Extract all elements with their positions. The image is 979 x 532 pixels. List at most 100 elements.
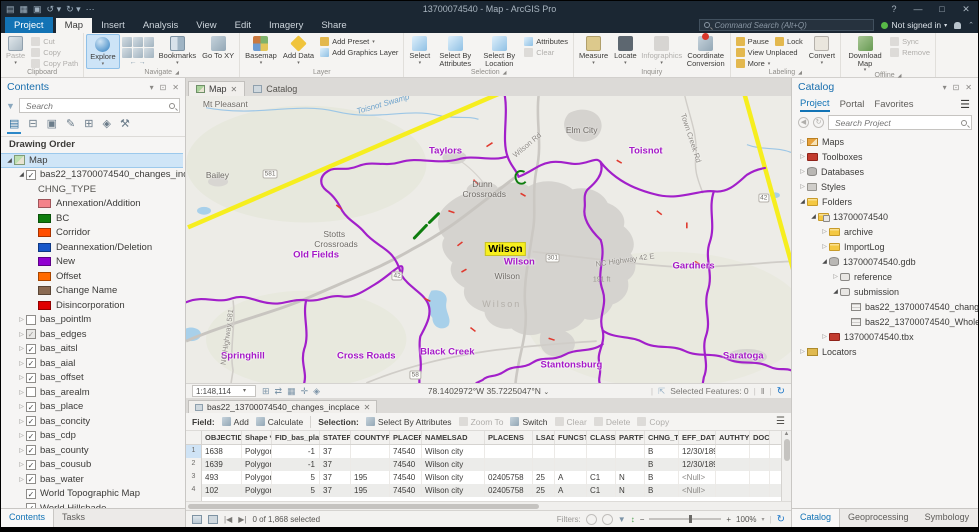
expander-icon[interactable]: ▷	[820, 228, 829, 235]
expander-icon[interactable]: ◢	[17, 171, 26, 178]
table-cell[interactable]: 74540	[390, 484, 422, 497]
table-cell[interactable]: -1	[272, 445, 320, 458]
table-row[interactable]: 11638Polygon-13774540Wilson cityB12/30/1…	[186, 445, 781, 458]
grid-icon[interactable]: ▦	[287, 386, 296, 397]
table-cell[interactable]: 12/30/1899	[679, 445, 716, 458]
expander-icon[interactable]: ▷	[17, 345, 26, 352]
catalog-item[interactable]: ▷Maps	[792, 134, 978, 149]
undo-icon[interactable]: ↺ ▾	[47, 4, 62, 15]
coordinate-conversion-button[interactable]: Coordinate Conversion	[684, 34, 728, 69]
expander-icon[interactable]: ▷	[820, 243, 829, 250]
table-cell[interactable]: A	[555, 484, 587, 497]
table-cell[interactable]: 195	[351, 471, 390, 484]
list-by-data-source-icon[interactable]: ⊟	[28, 117, 37, 131]
table-row[interactable]: 4102Polygon53719574540Wilson city0240575…	[186, 484, 781, 497]
list-by-snapping-icon[interactable]: ⊞	[84, 117, 93, 131]
catalog-item[interactable]: ▷13700074540.tbx	[792, 329, 978, 344]
copy-button[interactable]: Copy	[31, 48, 78, 57]
table-cell[interactable]: 37	[320, 445, 351, 458]
notifications-icon[interactable]	[954, 22, 961, 29]
column-header[interactable]: PARTFLG	[616, 431, 645, 444]
expander-icon[interactable]: ◢	[5, 157, 14, 164]
lock-button[interactable]: Lock	[775, 37, 803, 46]
expander-icon[interactable]: ▷	[17, 403, 26, 410]
table-cell[interactable]	[750, 471, 770, 484]
column-header[interactable]: AUTHTYPE	[716, 431, 750, 444]
expander-icon[interactable]: ▷	[17, 447, 26, 454]
table-row[interactable]: 21639Polygon-13774540Wilson cityB12/30/1…	[186, 458, 781, 471]
clear-button[interactable]: Clear	[524, 48, 568, 57]
collapse-ribbon-icon[interactable]: ⌃	[968, 21, 974, 29]
command-search[interactable]: Command Search (Alt+Q)	[699, 19, 874, 31]
layer-visibility-checkbox[interactable]: ✓	[26, 445, 36, 455]
legend-item[interactable]: Annexation/Addition	[1, 197, 185, 212]
table-cell[interactable]: N	[616, 484, 645, 497]
navigate-mini-buttons[interactable]: ← →	[120, 34, 156, 69]
expander-icon[interactable]: ▷	[17, 461, 26, 468]
attributes-button[interactable]: Attributes	[524, 37, 568, 46]
table-cell[interactable]	[485, 445, 533, 458]
pane-menu-icon[interactable]: ▾	[150, 83, 154, 92]
layer-visibility-checkbox[interactable]: ✓	[26, 489, 36, 499]
table-cell[interactable]: Wilson city	[422, 458, 485, 471]
locate-button[interactable]: Locate▾	[611, 34, 640, 69]
refresh-icon[interactable]: ↻	[813, 117, 824, 128]
pane-pin-icon[interactable]: ⊡	[953, 83, 960, 92]
legend-item[interactable]: Corridor	[1, 226, 185, 241]
layer-item[interactable]: ◢✓bas22_13700074540_changes_incplace	[1, 168, 185, 183]
table-cell[interactable]: 102	[202, 484, 242, 497]
table-cell[interactable]: <Null>	[679, 471, 716, 484]
table-cell[interactable]	[351, 445, 390, 458]
table-cell[interactable]	[716, 458, 750, 471]
column-header[interactable]: PLACENS	[485, 431, 533, 444]
table-cell[interactable]: Wilson city	[422, 471, 485, 484]
table-cell[interactable]	[587, 458, 616, 471]
remove-button[interactable]: Remove	[890, 48, 930, 57]
table-cell[interactable]	[485, 458, 533, 471]
copy-button[interactable]: Copy	[637, 417, 669, 427]
pause-drawing-icon[interactable]: ‖	[761, 386, 765, 396]
switch-button[interactable]: Switch	[510, 417, 547, 427]
map-layer-root[interactable]: ◢Map	[1, 153, 183, 168]
new-map-extent-icon[interactable]: ⊞	[262, 386, 270, 397]
column-header[interactable]: LSAD	[533, 431, 555, 444]
table-cell[interactable]	[587, 445, 616, 458]
layer-visibility-checkbox[interactable]: ✓	[26, 474, 36, 484]
zoom-out-icon[interactable]: −	[640, 515, 645, 524]
view-tab-catalog[interactable]: Catalog	[246, 82, 304, 96]
table-cell[interactable]: B	[645, 484, 679, 497]
table-view-icon[interactable]	[192, 515, 202, 524]
table-cell[interactable]: B	[645, 445, 679, 458]
dialog-launcher-icon[interactable]: ◢	[175, 70, 179, 76]
add-graphics-layer-button[interactable]: Add Graphics Layer	[320, 48, 398, 57]
pane-close-icon[interactable]: ✕	[965, 83, 972, 92]
catalog-menu-icon[interactable]: ☰	[960, 98, 970, 111]
table-cell[interactable]: Polygon	[242, 458, 272, 471]
select-button[interactable]: Select▾	[406, 34, 433, 69]
table-cell[interactable]	[716, 484, 750, 497]
catalog-item[interactable]: ▷reference	[792, 269, 978, 284]
pane-menu-icon[interactable]: ▾	[943, 83, 947, 92]
open-project-icon[interactable]: ▤	[6, 4, 15, 15]
expander-icon[interactable]: ◢	[798, 198, 807, 205]
expander-icon[interactable]: ▷	[831, 273, 840, 280]
expander-icon[interactable]: ◢	[809, 213, 818, 220]
table-cell[interactable]: <Null>	[679, 484, 716, 497]
layer-item[interactable]: ▷✓bas_place	[1, 400, 185, 415]
layer-visibility-checkbox[interactable]	[26, 315, 36, 325]
pane-pin-icon[interactable]: ⊡	[160, 83, 167, 92]
last-record-icon[interactable]: ▶|	[238, 515, 246, 524]
expander-icon[interactable]: ▷	[17, 331, 26, 338]
table-cell[interactable]	[533, 445, 555, 458]
table-cell[interactable]	[555, 445, 587, 458]
layer-item[interactable]: ▷✓bas_county	[1, 443, 185, 458]
close-icon[interactable]: ✕	[231, 85, 238, 94]
column-header[interactable]: FUNCSTAT	[555, 431, 587, 444]
table-cell[interactable]: 493	[202, 471, 242, 484]
ribbon-tab-view[interactable]: View	[187, 18, 225, 33]
ribbon-tab-analysis[interactable]: Analysis	[134, 18, 187, 33]
layer-item[interactable]: ✓World Hillshade	[1, 501, 185, 508]
catalog-item[interactable]: ◢Folders	[792, 194, 978, 209]
calculate-button[interactable]: Calculate	[256, 417, 303, 427]
pane-tab-catalog[interactable]: Catalog	[792, 509, 840, 527]
